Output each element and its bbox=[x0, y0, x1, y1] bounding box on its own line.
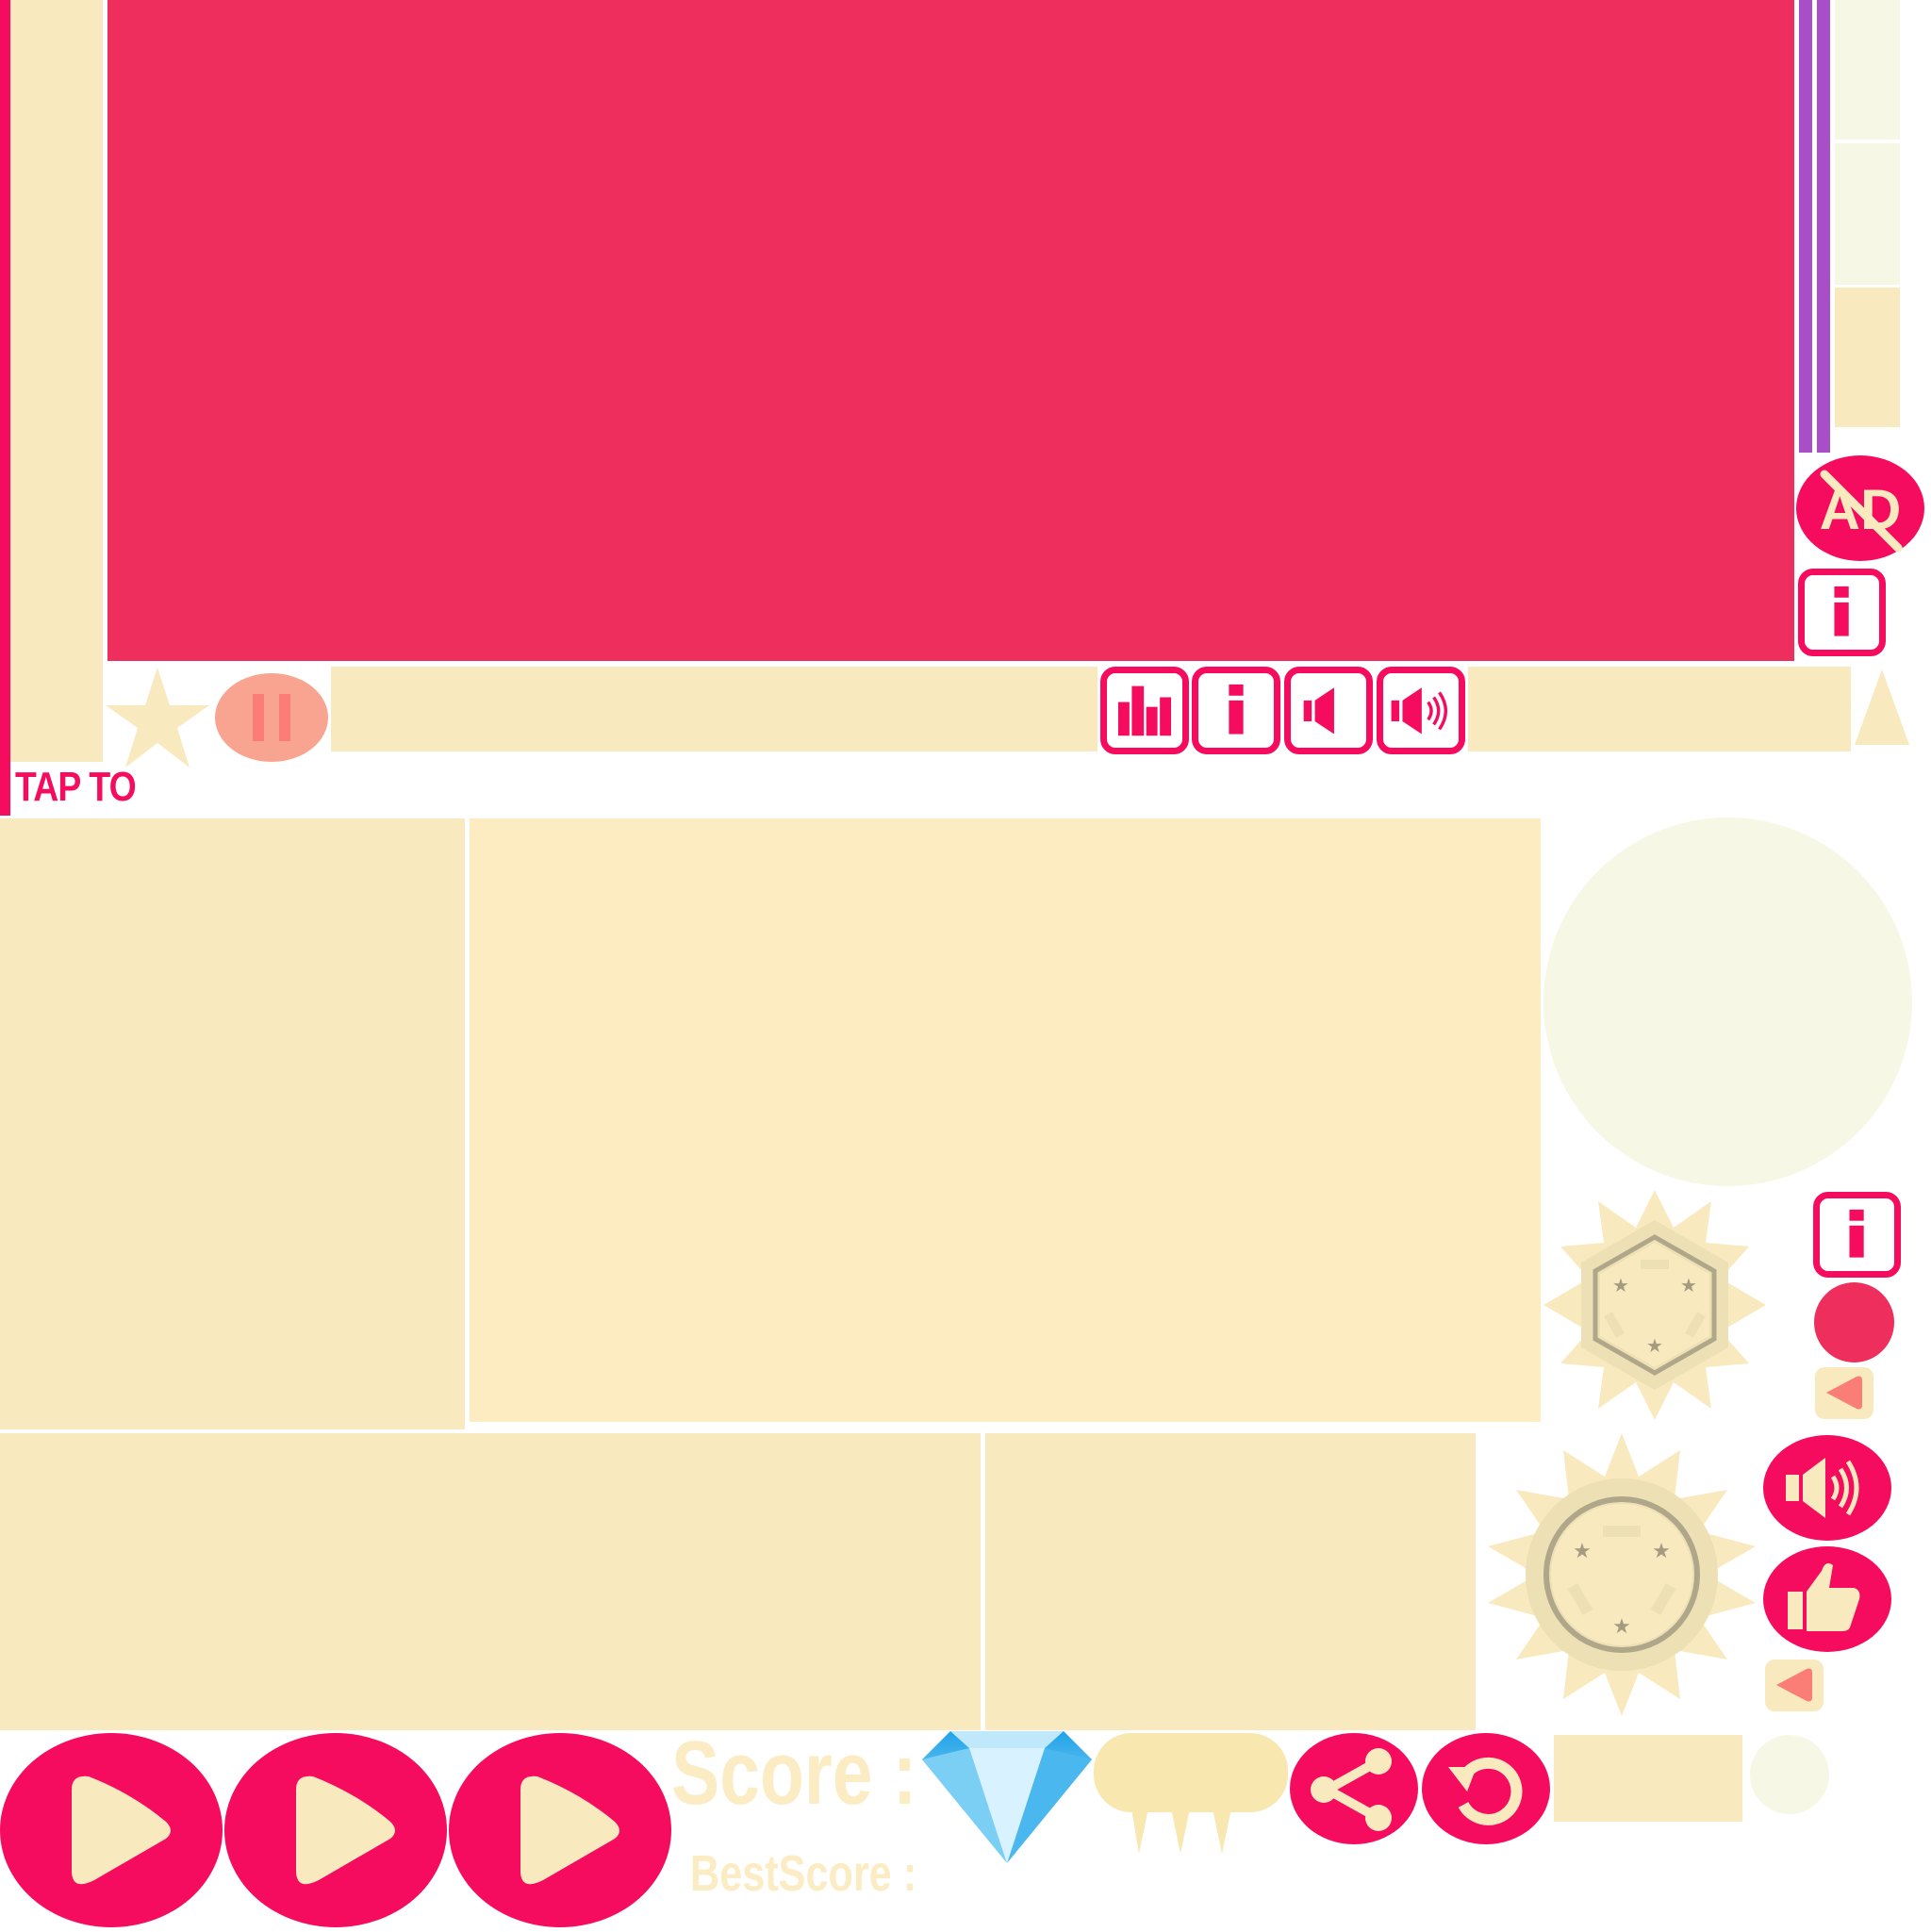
star-icon bbox=[106, 668, 209, 768]
play-button-2[interactable] bbox=[224, 1733, 447, 1927]
svg-text:★: ★ bbox=[1612, 1276, 1629, 1296]
record-dot bbox=[1814, 1282, 1894, 1362]
purple-stripe-2 bbox=[1817, 0, 1830, 453]
info-icon bbox=[1229, 684, 1244, 735]
bottom-pale-circle bbox=[1750, 1735, 1829, 1814]
bottom-cream-tile bbox=[1554, 1735, 1742, 1822]
info-icon bbox=[1849, 1209, 1864, 1258]
svg-text:★: ★ bbox=[1646, 1336, 1663, 1357]
svg-text:★: ★ bbox=[1680, 1276, 1697, 1296]
info-icon bbox=[1834, 586, 1849, 636]
speech-bubble-icon bbox=[1094, 1733, 1288, 1854]
up-arrow-icon bbox=[1855, 669, 1909, 745]
sound-on-button[interactable] bbox=[1377, 667, 1465, 754]
panel-center bbox=[470, 818, 1541, 1422]
restart-button[interactable] bbox=[1422, 1733, 1550, 1844]
play-icon bbox=[72, 1775, 171, 1885]
like-button[interactable] bbox=[1763, 1546, 1891, 1652]
info-button[interactable] bbox=[1192, 667, 1280, 754]
pale-circle bbox=[1543, 817, 1912, 1186]
svg-text:★: ★ bbox=[1612, 1614, 1631, 1638]
sound-button-round[interactable] bbox=[1763, 1435, 1891, 1541]
panel-bottom-left bbox=[0, 1433, 981, 1730]
badge-icon-round: ★ ★ ★ bbox=[1488, 1433, 1756, 1716]
play-icon bbox=[296, 1775, 395, 1885]
back-arrow-icon bbox=[1776, 1668, 1812, 1702]
restart-icon bbox=[1448, 1757, 1523, 1825]
share-button[interactable] bbox=[1290, 1733, 1418, 1844]
pause-icon bbox=[247, 694, 296, 741]
right-tile-3 bbox=[1835, 288, 1900, 427]
share-icon bbox=[1311, 1748, 1392, 1831]
info-button-small[interactable] bbox=[1813, 1192, 1901, 1278]
banner-bar-right bbox=[1468, 667, 1851, 751]
tap-to-label: TAP TO bbox=[15, 764, 137, 810]
back-button-small-2[interactable] bbox=[1765, 1660, 1824, 1711]
badge-icon: ★ ★ ★ bbox=[1543, 1190, 1766, 1420]
left-pink-strip bbox=[0, 0, 10, 816]
left-cream-bar bbox=[10, 0, 103, 762]
purple-stripe-1 bbox=[1799, 0, 1812, 453]
play-icon bbox=[520, 1775, 619, 1885]
banner-bar-left bbox=[331, 667, 1098, 751]
main-red-panel bbox=[107, 0, 1794, 661]
right-tile-1 bbox=[1835, 0, 1900, 140]
play-button-1[interactable] bbox=[0, 1733, 223, 1927]
play-button-3[interactable] bbox=[449, 1733, 671, 1927]
back-arrow-icon bbox=[1826, 1376, 1862, 1410]
diamond-icon bbox=[922, 1731, 1092, 1863]
thumbs-up-icon bbox=[1788, 1563, 1860, 1631]
panel-bottom-right bbox=[985, 1433, 1476, 1730]
sound-on-icon bbox=[1786, 1458, 1859, 1518]
right-tile-2 bbox=[1835, 143, 1900, 285]
svg-text:★: ★ bbox=[1652, 1539, 1671, 1562]
sound-off-icon bbox=[1303, 687, 1334, 735]
info-button-top[interactable] bbox=[1798, 569, 1886, 656]
panel-left bbox=[0, 818, 465, 1429]
sound-off-button[interactable] bbox=[1284, 667, 1373, 754]
svg-text:★: ★ bbox=[1573, 1539, 1592, 1562]
leaderboard-icon bbox=[1117, 685, 1172, 736]
no-ads-icon: AD bbox=[1820, 470, 1903, 553]
back-button-small[interactable] bbox=[1815, 1367, 1873, 1419]
best-score-label: BestScore : bbox=[690, 1845, 917, 1902]
sound-on-icon bbox=[1391, 687, 1448, 735]
no-ads-button[interactable]: AD bbox=[1796, 455, 1924, 561]
score-label: Score : bbox=[671, 1723, 917, 1824]
pause-button[interactable] bbox=[215, 673, 328, 762]
leaderboard-button[interactable] bbox=[1100, 667, 1189, 754]
